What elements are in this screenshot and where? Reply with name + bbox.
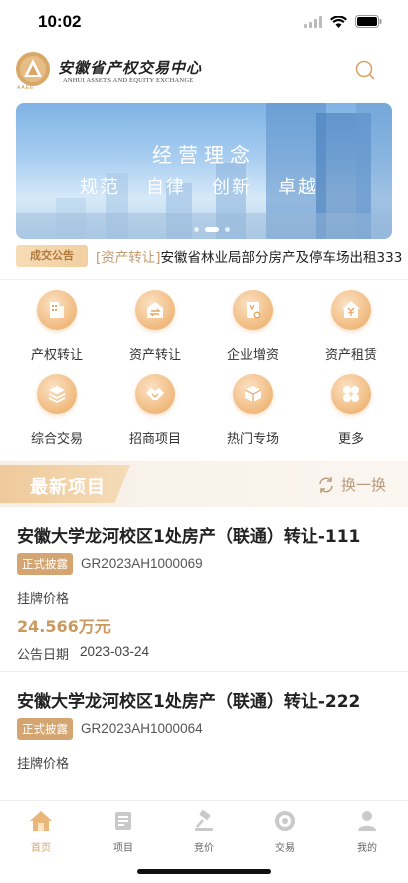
profile-icon bbox=[358, 811, 376, 831]
tab-label: 首页 bbox=[31, 843, 51, 854]
section-title: 最新项目 bbox=[30, 477, 106, 498]
notice-category: [资产转让] bbox=[96, 250, 161, 266]
refresh-button[interactable]: 换一换 bbox=[317, 474, 386, 495]
divider bbox=[0, 279, 408, 280]
carousel-indicator bbox=[194, 227, 230, 232]
asset-transfer-icon bbox=[135, 290, 175, 330]
tab-label: 项目 bbox=[113, 843, 133, 854]
app-header: AAEE 安徽省产权交易中心 ANHUI ASSETS AND EQUITY E… bbox=[0, 46, 408, 94]
status-badge: 正式披露 bbox=[17, 553, 73, 575]
more-icon bbox=[331, 374, 371, 414]
notice-ticker[interactable]: 成交公告 [资产转让]安徽省林业局部分房产及停车场出租333 bbox=[16, 243, 402, 267]
home-icon bbox=[30, 811, 52, 831]
status-time: 10:02 bbox=[38, 12, 82, 31]
banner-word: 创新 bbox=[212, 177, 252, 198]
price-label: 挂牌价格 bbox=[17, 757, 70, 772]
asset-lease-icon bbox=[331, 290, 371, 330]
banner-carousel[interactable]: 经营理念 规范 自律 创新 卓越 bbox=[16, 103, 392, 239]
tab-label: 交易 bbox=[275, 843, 295, 854]
signal-icon bbox=[304, 15, 322, 28]
project-card[interactable]: 安徽大学龙河校区1处房产（联通）转让-222 正式披露 GR2023AH1000… bbox=[0, 672, 408, 800]
banner-word: 自律 bbox=[146, 177, 186, 198]
menu-label: 更多 bbox=[337, 432, 364, 447]
brand-name: 安徽省产权交易中心 bbox=[58, 59, 203, 77]
project-title: 安徽大学龙河校区1处房产（联通）转让-222 bbox=[17, 692, 361, 712]
menu-label: 资产租赁 bbox=[324, 348, 377, 363]
menu-label: 资产转让 bbox=[128, 348, 181, 363]
notice-text[interactable]: [资产转让]安徽省林业局部分房产及停车场出租333 bbox=[96, 246, 402, 266]
menu-label: 招商项目 bbox=[128, 432, 181, 447]
logo-text: AAEE bbox=[17, 85, 35, 91]
battery-icon bbox=[355, 15, 382, 28]
banner-words: 规范 自律 创新 卓越 bbox=[80, 173, 318, 199]
banner-word: 卓越 bbox=[278, 177, 318, 198]
status-icons bbox=[304, 15, 382, 28]
wifi-icon bbox=[330, 15, 347, 28]
notice-title: 安徽省林业局部分房产及停车场出租333 bbox=[160, 250, 403, 266]
auction-gavel-icon bbox=[195, 810, 213, 831]
tab-label: 我的 bbox=[357, 843, 377, 854]
carousel-dot[interactable] bbox=[225, 227, 230, 232]
banner-word: 规范 bbox=[80, 177, 120, 198]
tab-label: 竞价 bbox=[194, 843, 214, 854]
city-skyline-image bbox=[16, 103, 392, 239]
carousel-dot[interactable] bbox=[194, 227, 199, 232]
capital-increase-icon bbox=[233, 290, 273, 330]
project-code: GR2023AH1000069 bbox=[81, 556, 203, 571]
status-bar: 10:02 bbox=[0, 0, 408, 46]
price-label: 挂牌价格 bbox=[17, 592, 70, 607]
refresh-icon bbox=[319, 476, 333, 493]
latest-projects-header: 最新项目 换一换 bbox=[0, 461, 408, 507]
status-badge: 正式披露 bbox=[17, 718, 73, 740]
notice-tag: 成交公告 bbox=[16, 245, 88, 267]
project-date: 2023-03-24 bbox=[80, 644, 150, 659]
date-label: 公告日期 bbox=[17, 648, 70, 663]
trade-icon bbox=[275, 811, 295, 831]
project-price: 24.566万元 bbox=[17, 617, 111, 636]
carousel-dot-active[interactable] bbox=[205, 227, 219, 232]
hot-special-icon bbox=[233, 374, 273, 414]
menu-label: 产权转让 bbox=[30, 348, 83, 363]
project-title: 安徽大学龙河校区1处房产（联通）转让-111 bbox=[17, 527, 361, 547]
menu-label: 企业增资 bbox=[226, 348, 279, 363]
aaee-logo-icon bbox=[16, 52, 50, 86]
project-code: GR2023AH1000064 bbox=[81, 721, 203, 736]
search-icon[interactable] bbox=[354, 59, 376, 81]
home-indicator bbox=[137, 869, 271, 874]
banner-title: 经营理念 bbox=[152, 143, 256, 167]
project-card[interactable]: 安徽大学龙河校区1处房产（联通）转让-111 正式披露 GR2023AH1000… bbox=[0, 507, 408, 671]
project-icon bbox=[115, 812, 131, 830]
investment-project-icon bbox=[135, 374, 175, 414]
menu-label: 热门专场 bbox=[226, 432, 279, 447]
refresh-label: 换一换 bbox=[340, 476, 386, 494]
property-transfer-icon bbox=[37, 290, 77, 330]
menu-label: 综合交易 bbox=[30, 432, 83, 447]
comprehensive-trade-icon bbox=[37, 374, 77, 414]
brand-name-en: ANHUI ASSETS AND EQUITY EXCHANGE bbox=[63, 77, 194, 84]
